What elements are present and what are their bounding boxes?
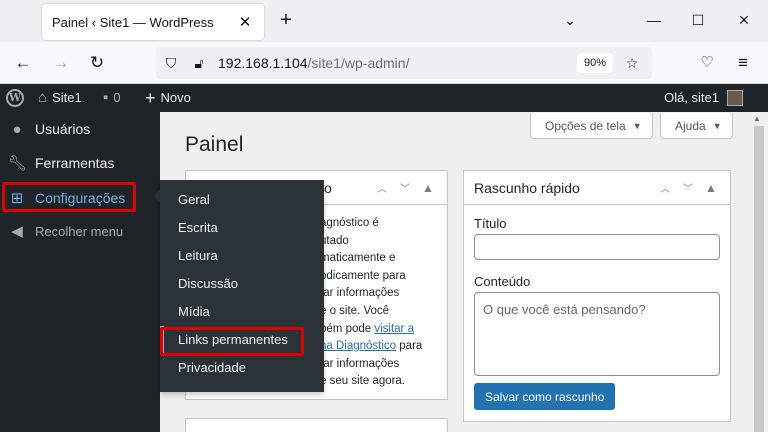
visit-site-health-link[interactable]: visitar a (374, 323, 414, 335)
text-line: e seu site agora. (320, 375, 406, 388)
submenu-item-general[interactable]: Geral (160, 186, 324, 214)
comments-count: 0 (113, 90, 121, 105)
text-line: odicamente para (320, 269, 406, 282)
shield-icon[interactable]: ⛉ (162, 54, 180, 72)
plus-icon: + (145, 88, 156, 108)
text-line: e o site. Você (320, 304, 390, 317)
widget-title: Rascunho rápido (474, 179, 580, 196)
close-window-icon[interactable]: ✕ (734, 10, 754, 30)
widget-header: Rascunho rápido ︿ ﹀ ▲ (464, 171, 730, 205)
move-up-icon[interactable]: ︿ (373, 180, 391, 195)
text-fragment: bém pode (320, 322, 375, 335)
close-tab-icon[interactable]: ✕ (236, 13, 254, 31)
scroll-up-icon[interactable]: ▲ (753, 114, 761, 123)
submenu-item-privacy[interactable]: Privacidade (160, 354, 324, 382)
highlight-settings (2, 182, 136, 212)
pocket-icon[interactable]: ♡ (696, 52, 718, 74)
wp-admin-bar: W ⌂ Site1 ▪ 0 + Novo Olá, site1 (0, 84, 768, 112)
site-health-text: agnóstico é utado maticamente e odicamen… (320, 215, 450, 391)
browser-tab[interactable]: Painel ‹ Site1 — WordPress ✕ (42, 4, 264, 40)
home-icon: ⌂ (38, 89, 48, 106)
insecure-lock-icon[interactable]: 🔓︎ (190, 54, 208, 72)
text-line: tar informações (320, 357, 400, 370)
help-button[interactable]: Ajuda ▼ (660, 113, 733, 139)
bookmark-star-icon[interactable]: ☆ (623, 54, 641, 72)
toggle-panel-icon[interactable]: ▲ (419, 181, 437, 195)
title-input[interactable] (474, 234, 720, 260)
wordpress-logo-icon[interactable]: W (6, 84, 24, 112)
text-fragment: para (396, 340, 423, 353)
admin-bar-account[interactable]: Olá, site1 (664, 84, 743, 112)
browser-navbar: ← → ↻ ⛉ 🔓︎ 192.168.1.104/site1/wp-admin/… (0, 42, 768, 84)
url-path: /site1/wp-admin/ (307, 55, 410, 71)
text-line: tar informações (320, 287, 400, 300)
toggle-panel-icon[interactable]: ▲ (702, 181, 720, 195)
move-down-icon[interactable]: ﹀ (679, 180, 697, 195)
screen-options-button[interactable]: Opções de tela ▼ (530, 113, 653, 139)
save-draft-button[interactable]: Salvar como rascunho (474, 383, 616, 410)
wp-sidebar: ● Usuários 🔧︎ Ferramentas ⊞ Configuraçõe… (0, 112, 160, 432)
collapse-icon: ◀ (11, 223, 23, 240)
submenu-item-reading[interactable]: Leitura (160, 242, 324, 270)
greeting: Olá, site1 (664, 90, 719, 105)
back-arrow-icon[interactable]: ← (12, 52, 34, 74)
hamburger-menu-icon[interactable]: ≡ (732, 52, 754, 74)
sidebar-item-users[interactable]: ● Usuários (0, 112, 160, 146)
new-label: Novo (160, 90, 191, 105)
site-health-link[interactable]: na Diagnóstico (320, 340, 396, 352)
text-line: utado (320, 234, 349, 247)
tab-title: Painel ‹ Site1 — WordPress (52, 14, 214, 30)
caret-down-icon: ▼ (632, 120, 642, 131)
caret-down-icon: ▼ (712, 120, 722, 131)
wordpress-logo-icon: W (6, 89, 24, 107)
scrollbar[interactable]: ▲ (750, 112, 768, 432)
content-label: Conteúdo (474, 274, 531, 289)
new-tab-icon[interactable]: + (276, 10, 296, 30)
admin-bar-comments[interactable]: ▪ 0 (103, 84, 121, 112)
admin-bar-new[interactable]: + Novo (145, 84, 191, 112)
text-line: agnóstico é (320, 217, 379, 229)
settings-submenu: Geral Escrita Leitura Discussão Mídia Li… (160, 180, 324, 392)
move-up-icon[interactable]: ︿ (656, 180, 674, 195)
scrollbar-thumb[interactable] (754, 126, 764, 432)
submenu-item-writing[interactable]: Escrita (160, 214, 324, 242)
submenu-item-discussion[interactable]: Discussão (160, 270, 324, 298)
avatar (727, 90, 743, 106)
url-text[interactable]: 192.168.1.104/site1/wp-admin/ (218, 55, 409, 71)
users-icon: ● (12, 120, 22, 138)
move-down-icon[interactable]: ﹀ (396, 180, 414, 195)
forward-arrow-icon[interactable]: → (50, 52, 72, 74)
browser-tab-bar: Painel ‹ Site1 — WordPress ✕ + ⌄ — ☐ ✕ (0, 0, 768, 42)
tab-list-chevron-icon[interactable]: ⌄ (560, 10, 580, 30)
screen-options-label: Opções de tela (545, 118, 626, 133)
highlight-permalinks (160, 327, 304, 356)
text-line: na Diagnóstico para (320, 338, 450, 356)
minimize-icon[interactable]: — (644, 10, 664, 30)
text-line: bém pode visitar a (320, 321, 450, 339)
content-textarea[interactable]: O que você está pensando? (474, 292, 720, 376)
url-bar[interactable]: ⛉ 🔓︎ 192.168.1.104/site1/wp-admin/ 90% ☆ (156, 47, 652, 79)
widget-placeholder (185, 418, 448, 432)
page-title: Painel (185, 133, 244, 156)
sidebar-item-label: Recolher menu (35, 223, 124, 239)
admin-bar-site[interactable]: ⌂ Site1 (38, 84, 82, 112)
sidebar-item-label: Usuários (35, 121, 91, 137)
sidebar-item-tools[interactable]: 🔧︎ Ferramentas (0, 146, 160, 180)
zoom-indicator[interactable]: 90% (577, 53, 613, 73)
help-label: Ajuda (675, 118, 706, 133)
reload-icon[interactable]: ↻ (86, 52, 108, 74)
collapse-menu-button[interactable]: ◀ Recolher menu (0, 214, 160, 248)
title-label: Título (474, 216, 507, 231)
maximize-icon[interactable]: ☐ (688, 10, 708, 30)
text-line: maticamente e (320, 252, 396, 265)
wrench-icon: 🔧︎ (8, 155, 28, 172)
sidebar-item-label: Ferramentas (35, 155, 115, 171)
submenu-item-media[interactable]: Mídia (160, 298, 324, 326)
comment-icon: ▪ (103, 89, 109, 106)
site-name: Site1 (52, 90, 82, 105)
url-host: 192.168.1.104 (218, 55, 308, 71)
